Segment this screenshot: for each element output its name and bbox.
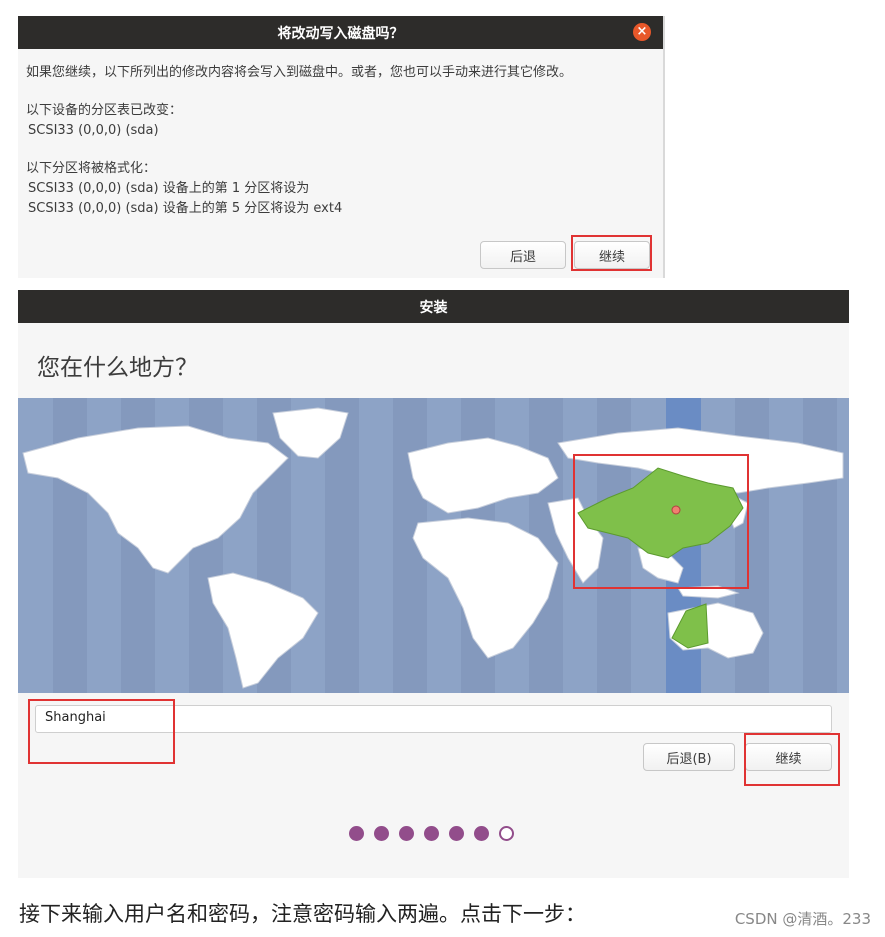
progress-dots [349, 826, 514, 841]
dialog-body: 如果您继续，以下所列出的修改内容将会写入到磁盘中。或者，您也可以手动来进行其它修… [18, 49, 663, 219]
write-changes-dialog: 将改动写入磁盘吗？ × 如果您继续，以下所列出的修改内容将会写入到磁盘中。或者，… [18, 16, 665, 278]
installer-titlebar: 安装 [18, 290, 849, 323]
dialog-title: 将改动写入磁盘吗？ [277, 25, 404, 42]
installer-window: 安装 您在什么地方？ Shanghai 后退(B) 继续 [18, 290, 849, 878]
format-item: SCSI33 (0,0,0) (sda) 设备上的第 1 分区将设为 [28, 181, 310, 196]
location-input[interactable]: Shanghai [35, 705, 832, 733]
progress-dot-complete [349, 826, 364, 841]
dialog-titlebar: 将改动写入磁盘吗？ × [18, 16, 663, 49]
back-button[interactable]: 后退 [480, 241, 566, 269]
continue-button[interactable]: 继续 [574, 241, 650, 269]
partition-table-heading: 以下设备的分区表已改变： [26, 103, 183, 118]
progress-dot-complete [399, 826, 414, 841]
progress-dot-complete [474, 826, 489, 841]
partition-table-device: SCSI33 (0,0,0) (sda) [28, 123, 159, 138]
installer-title: 安装 [419, 299, 448, 316]
format-item: SCSI33 (0,0,0) (sda) 设备上的第 5 分区将设为 ext4 [28, 201, 343, 216]
page-title: 您在什么地方？ [37, 355, 198, 381]
location-pin-icon[interactable] [671, 505, 681, 515]
watermark: CSDN @清酒。233 [734, 910, 871, 928]
caption-text: 接下来输入用户名和密码，注意密码输入两遍。点击下一步： [19, 902, 586, 926]
progress-dot-complete [374, 826, 389, 841]
progress-dot-pending [499, 826, 514, 841]
format-heading: 以下分区将被格式化： [26, 161, 157, 176]
timezone-map[interactable] [18, 398, 849, 693]
dialog-message: 如果您继续，以下所列出的修改内容将会写入到磁盘中。或者，您也可以手动来进行其它修… [26, 65, 573, 80]
close-icon[interactable]: × [633, 23, 651, 41]
world-map-graphic [22, 398, 844, 693]
progress-dot-complete [424, 826, 439, 841]
continue-button[interactable]: 继续 [745, 743, 832, 771]
progress-dot-complete [449, 826, 464, 841]
back-button[interactable]: 后退(B) [643, 743, 735, 771]
